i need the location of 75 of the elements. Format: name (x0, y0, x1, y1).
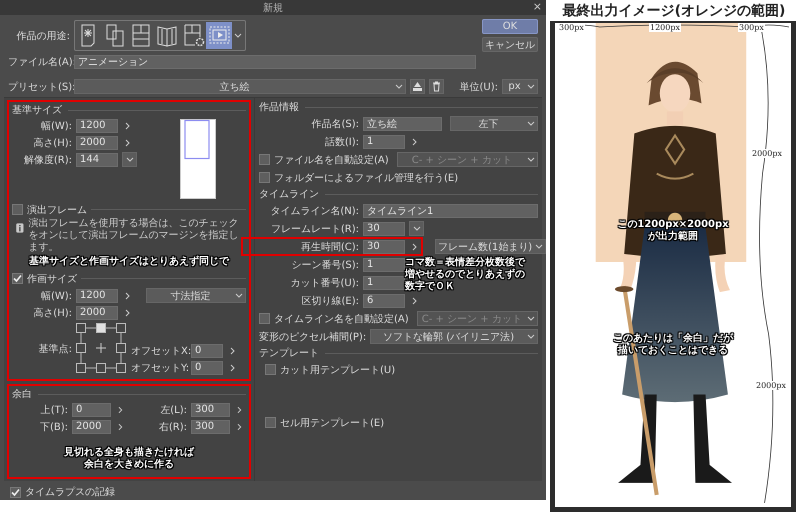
number-field[interactable]: 0 (191, 360, 223, 374)
number-field[interactable]: 1 (363, 134, 405, 148)
dimension-label: 2000px (755, 381, 787, 390)
field-label: 下(B): (38, 420, 68, 434)
dropdown[interactable]: px (502, 79, 538, 94)
dimension-label: 300px (558, 23, 585, 32)
dropdown[interactable]: フレーム数(1始まり) (435, 239, 546, 254)
field-label: 幅(W): (40, 120, 72, 132)
annotation-text: 基準サイズと作画サイズはとりあえず同じで (28, 256, 230, 268)
field-label: 基準点: (38, 342, 72, 356)
annotation-text: コマ数＝表情差分枚数後で増やせるのでとりあえずの数字でＯＫ (405, 257, 526, 293)
number-field[interactable]: 300 (191, 420, 230, 434)
number-field[interactable]: 2000 (76, 136, 118, 150)
checkbox-label: タイムラプスの記録 (25, 486, 115, 499)
checkbox-label: フォルダーによるファイル管理を行う(E) (274, 172, 458, 184)
field-label: シーン番号(S): (290, 258, 359, 272)
number-field[interactable]: 2000 (72, 420, 112, 434)
number-field[interactable]: 300 (191, 402, 230, 416)
checkbox-label: ファイル名を自動設定(A) (274, 154, 389, 166)
field-label: 作品の用途: (16, 30, 70, 42)
field-label: 単位(U): (460, 80, 498, 94)
checkbox-label: カット用テンプレート(U) (280, 364, 396, 376)
number-field[interactable]: 1200 (76, 288, 118, 302)
dialog-button[interactable]: OK (482, 19, 538, 34)
number-field[interactable]: 2000 (76, 306, 118, 320)
dropdown[interactable]: 寸法指定 (146, 288, 246, 303)
field-label: 上(T): (40, 404, 68, 416)
dropdown[interactable]: 左下 (450, 116, 538, 131)
checkbox-label: 演出フレーム (27, 204, 87, 216)
section-title: 基準サイズ (12, 104, 62, 117)
dimension-label: 1200px (649, 23, 681, 32)
field-label: 変形のピクセル補間(P): (259, 330, 366, 344)
field-label: 作品名(S): (310, 118, 359, 130)
checkbox-label: 作画サイズ (27, 272, 77, 286)
number-field[interactable]: 30 (363, 240, 405, 254)
dialog-button[interactable]: キャンセル (482, 37, 538, 52)
dimension-label: 300px (738, 23, 765, 32)
field-label: 右(R): (158, 420, 187, 434)
number-field[interactable]: 1200 (76, 118, 118, 132)
field-label: 話数(I): (324, 136, 359, 148)
dropdown[interactable]: 立ち絵 (74, 79, 406, 94)
dropdown[interactable]: ソフトな輪郭 (バイリニア法) (370, 329, 538, 344)
field-label: 高さ(H): (32, 136, 72, 150)
section-title: タイムライン (259, 188, 319, 201)
text-field[interactable]: アニメーション (74, 55, 476, 69)
field-label: オフセットY: (131, 362, 187, 374)
section-title: テンプレート (259, 346, 319, 360)
section-title: 余白 (12, 388, 32, 401)
field-label: 高さ(H): (32, 306, 72, 320)
dimension-label: 2000px (751, 149, 783, 158)
number-field[interactable]: 144 (76, 152, 118, 166)
info-text: 演出フレームを使用する場合は、このチェックをオンにして演出フレームのマージンを指定します。 (28, 218, 240, 254)
number-field[interactable]: 1 (363, 258, 405, 272)
close-button[interactable]: × (532, 0, 542, 14)
number-field[interactable]: 0 (191, 344, 223, 358)
field-label: フレームレート(R): (270, 222, 359, 236)
field-label: 幅(W): (40, 290, 72, 302)
field-label: 解像度(R): (22, 154, 72, 166)
checkbox-label: セル用テンプレート(E) (280, 416, 384, 430)
checkbox-label: タイムライン名を自動設定(A) (274, 312, 409, 326)
field-label: タイムライン名(N): (269, 204, 359, 218)
number-field[interactable]: 30 (363, 222, 405, 236)
window-title: 新規 (263, 2, 283, 14)
field-label: カット番号(U): (290, 276, 359, 290)
text-field[interactable]: タイムライン1 (363, 204, 538, 218)
number-field[interactable]: 1 (363, 276, 405, 290)
number-field[interactable]: 6 (363, 294, 405, 308)
annotation-text: 見切れる全身も描きたければ余白を大きめに作る (63, 447, 196, 471)
number-field[interactable]: 0 (72, 402, 112, 416)
field-label: 再生時間(C): (300, 240, 359, 254)
field-label: 区切り線(E): (300, 294, 359, 308)
panel-title: 最終出力イメージ(オレンジの範囲) (562, 2, 786, 21)
field-label: 左(L): (159, 404, 187, 416)
text-field[interactable]: 立ち絵 (363, 116, 442, 130)
section-title: 作品情報 (259, 100, 299, 114)
